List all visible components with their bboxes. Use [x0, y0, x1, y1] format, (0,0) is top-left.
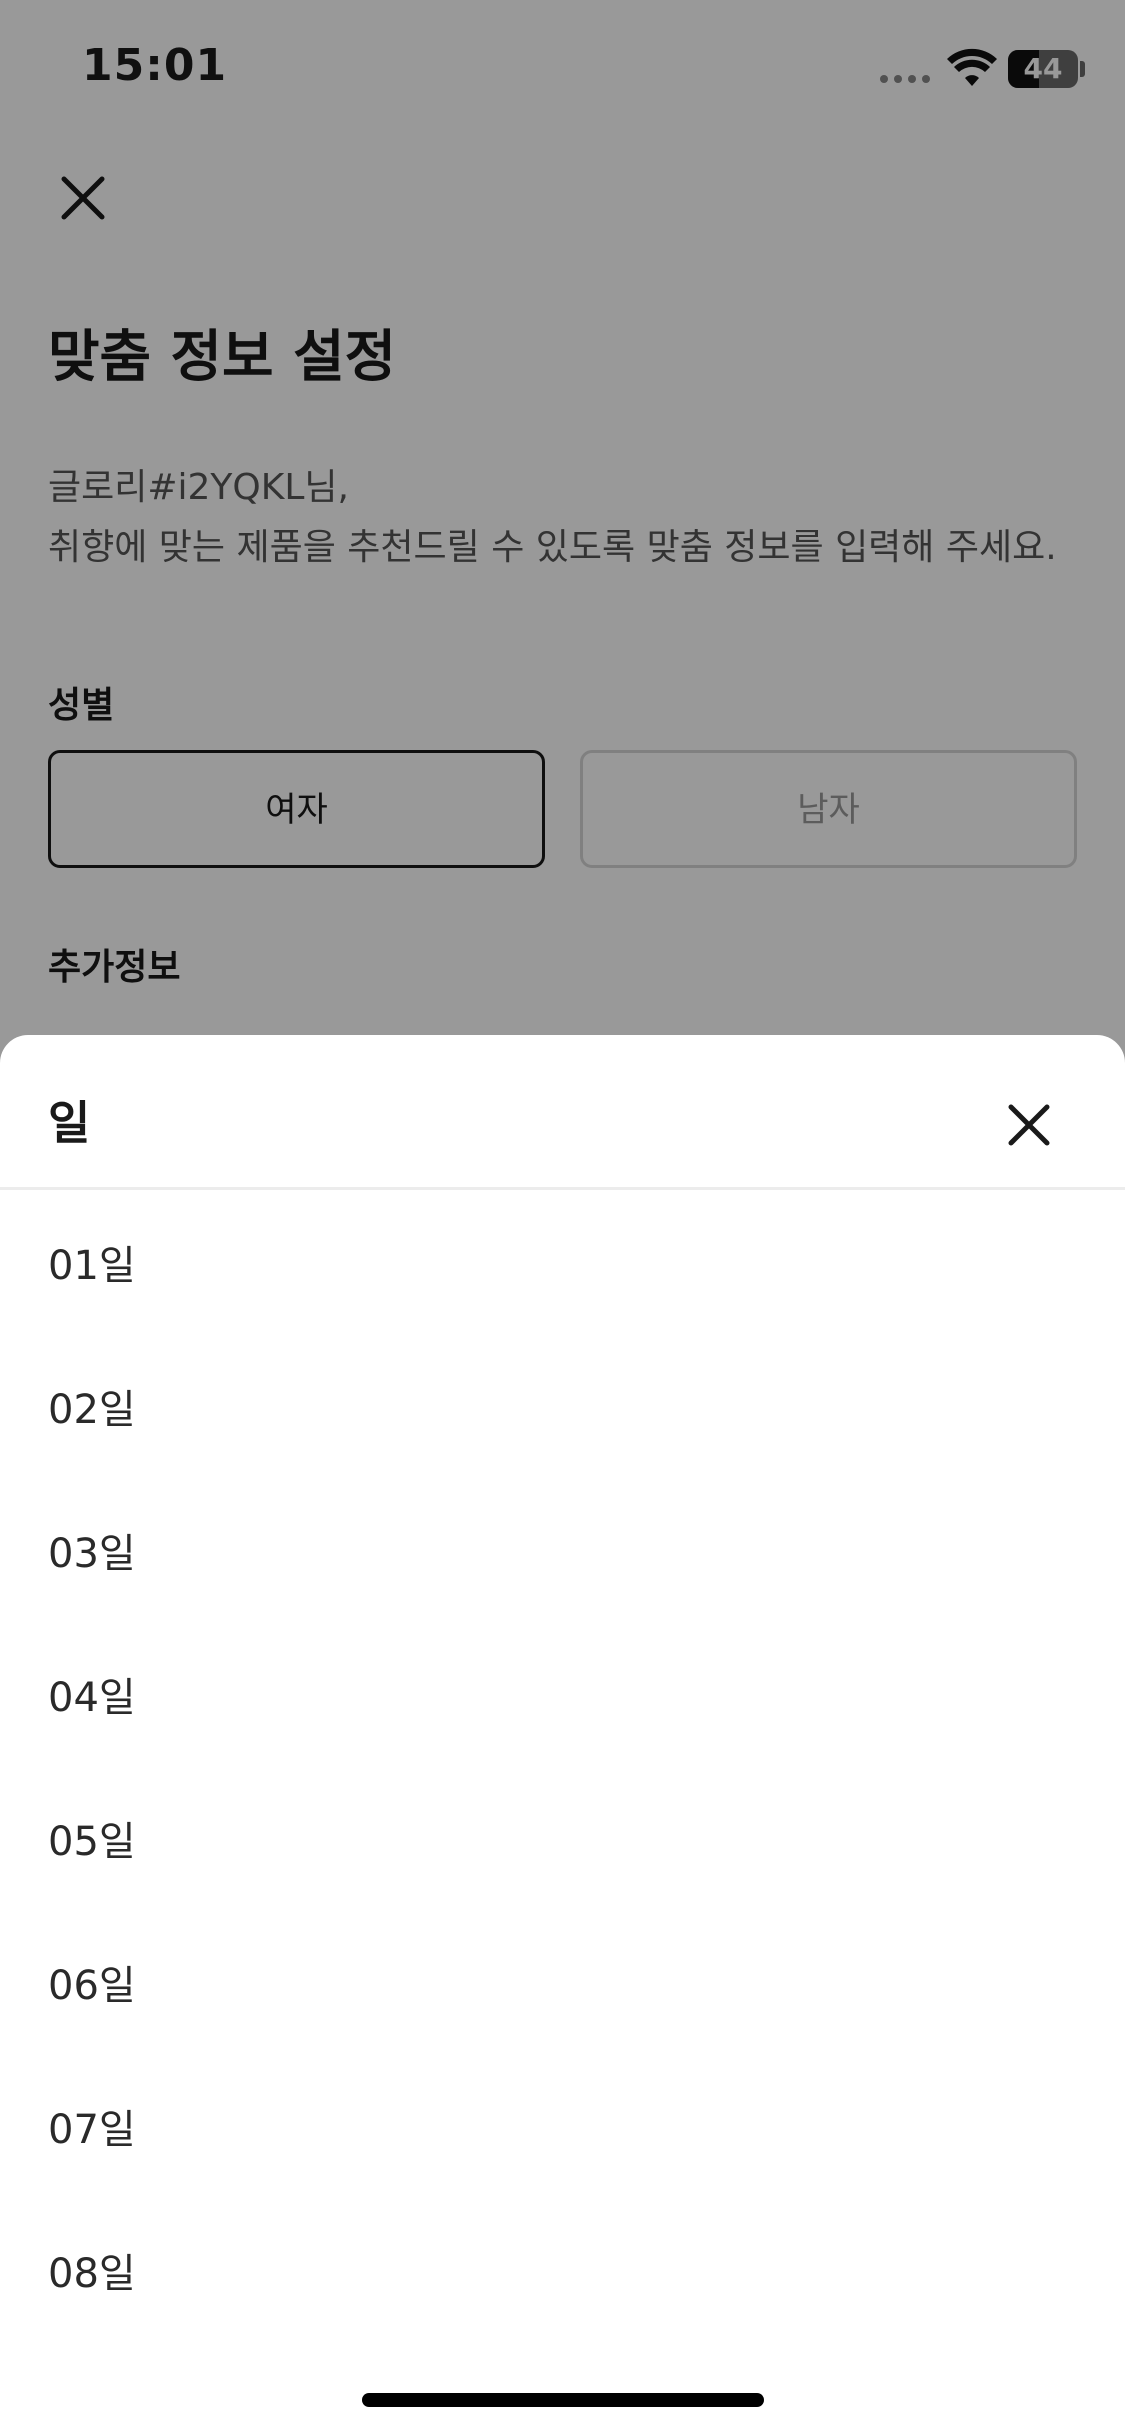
day-option[interactable]: 08일 [0, 2198, 1125, 2342]
close-icon[interactable] [1001, 1097, 1057, 1153]
day-picker-sheet: 일 01일 02일 03일 04일 05일 06일 07일 08일 [0, 1035, 1125, 2436]
day-option[interactable]: 06일 [0, 1910, 1125, 2054]
screen: 15:01 44 맞춤 정보 설정 글로리#i2YQKL님, 취향에 맞는 제품… [0, 0, 1125, 2436]
day-option[interactable]: 02일 [0, 1334, 1125, 1478]
sheet-title: 일 [48, 1096, 91, 1150]
day-option[interactable]: 05일 [0, 1766, 1125, 1910]
day-option[interactable]: 01일 [0, 1190, 1125, 1334]
home-indicator[interactable] [362, 2393, 764, 2407]
day-option[interactable]: 07일 [0, 2054, 1125, 2198]
day-list: 01일 02일 03일 04일 05일 06일 07일 08일 [0, 1190, 1125, 2342]
sheet-header: 일 [0, 1035, 1125, 1190]
day-option[interactable]: 03일 [0, 1478, 1125, 1622]
day-option[interactable]: 04일 [0, 1622, 1125, 1766]
